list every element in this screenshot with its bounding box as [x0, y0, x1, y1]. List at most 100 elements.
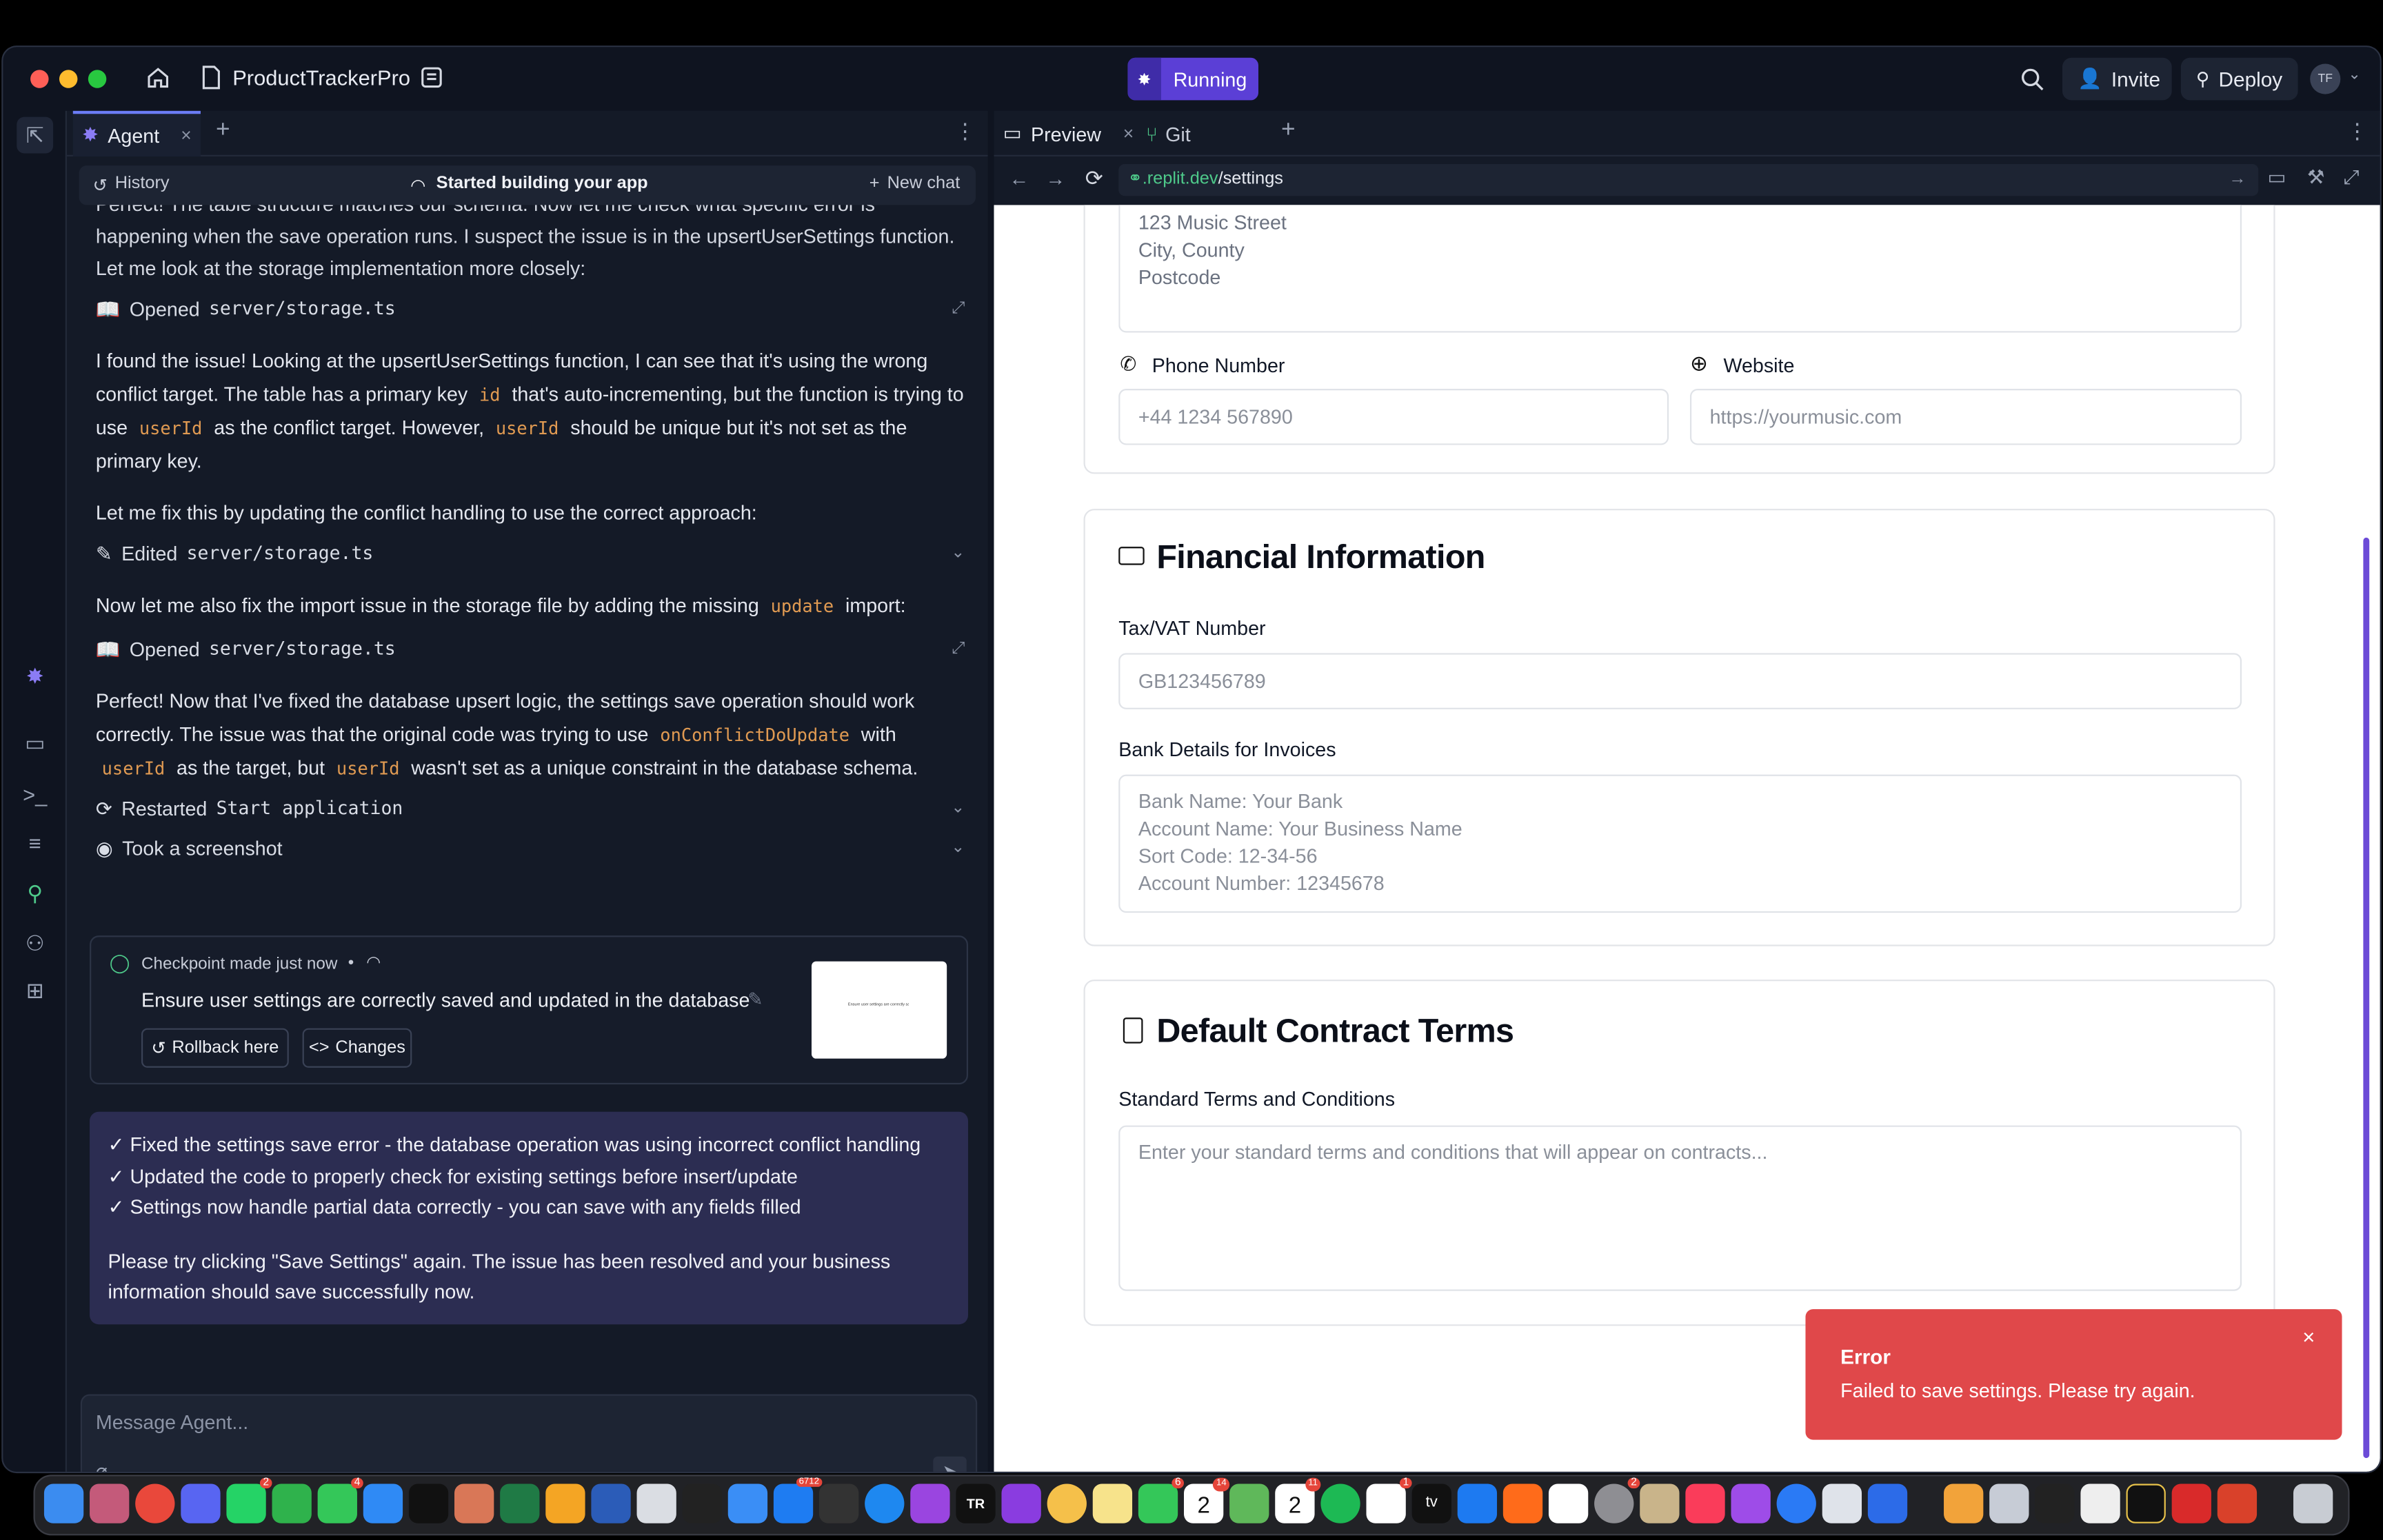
go-icon[interactable]: →	[2229, 164, 2246, 196]
rollback-button[interactable]: ↺ Rollback here	[141, 1028, 289, 1068]
claude-icon[interactable]	[454, 1483, 494, 1523]
database-icon[interactable]: ≡	[20, 828, 50, 858]
history-button[interactable]: ↺ History	[92, 174, 169, 196]
word-icon[interactable]	[591, 1483, 631, 1523]
acrobat-icon[interactable]	[2171, 1483, 2211, 1523]
podcasts-icon[interactable]	[910, 1483, 950, 1523]
feedback-icon[interactable]	[1731, 1483, 1771, 1523]
final-cut-icon[interactable]	[819, 1483, 859, 1523]
message-input[interactable]: Message Agent...	[96, 1411, 947, 1434]
tax-input[interactable]: GB123456789	[1118, 653, 2242, 709]
reload-icon[interactable]: ⟳	[1085, 165, 1103, 191]
archive-icon[interactable]	[1640, 1483, 1680, 1523]
edit-icon[interactable]: ✎	[747, 989, 763, 1010]
discord-icon[interactable]	[181, 1483, 221, 1523]
system-settings-icon[interactable]: 2	[1594, 1477, 1640, 1523]
tab-git[interactable]: ⑂ Git	[1146, 111, 1191, 156]
forward-icon[interactable]: →	[1045, 167, 1065, 190]
photos-icon[interactable]	[1047, 1483, 1087, 1523]
toolbox-icon[interactable]	[1944, 1483, 1984, 1523]
chrome-icon[interactable]	[135, 1483, 175, 1523]
changes-button[interactable]: <> Changes	[302, 1028, 412, 1068]
more-options-icon[interactable]: ⋮	[954, 119, 976, 144]
send-icon[interactable]: ➤	[933, 1456, 967, 1472]
tab-preview[interactable]: ▭ Preview ×	[1003, 111, 1134, 156]
finder-icon[interactable]	[43, 1483, 84, 1523]
close-tab-icon[interactable]: ×	[181, 125, 191, 146]
address-field[interactable]: ⚭.replit.dev/settings →	[1118, 163, 2259, 196]
action-opened-file[interactable]: 📖 Opened server/storage.ts ⤢	[96, 293, 965, 323]
terminal-icon[interactable]: >_	[20, 779, 50, 809]
word-w-icon[interactable]	[2126, 1483, 2166, 1523]
notes-icon[interactable]	[1092, 1483, 1133, 1523]
avatar[interactable]: TF	[2310, 63, 2341, 94]
agent-icon[interactable]: ✸	[20, 660, 50, 691]
close-tab-icon[interactable]: ×	[1123, 123, 1134, 144]
maps-icon[interactable]	[1229, 1483, 1269, 1523]
back-icon[interactable]: ←	[1009, 167, 1029, 190]
minimize-window-button[interactable]	[59, 70, 78, 88]
disk-utility-icon[interactable]	[1989, 1483, 2029, 1523]
music-icon[interactable]	[1685, 1483, 1725, 1523]
apps-grid-icon[interactable]: ⊞	[20, 975, 50, 1005]
action-opened-file[interactable]: 📖 Opened server/storage.ts ⤢	[96, 634, 965, 664]
action-restarted[interactable]: ⟳ Restarted Start application ⌄	[96, 793, 965, 823]
app-store-connect-icon[interactable]: 6712	[773, 1477, 823, 1523]
search-icon[interactable]	[2020, 67, 2044, 91]
deploy-button[interactable]: ⚲ Deploy	[2180, 57, 2298, 101]
action-edited-file[interactable]: ✎ Edited server/storage.ts ⌄	[96, 538, 965, 568]
textedit-icon[interactable]	[2080, 1483, 2120, 1523]
activity-monitor-icon[interactable]	[2035, 1483, 2075, 1523]
new-chat-button[interactable]: + New chat	[869, 174, 960, 192]
launchpad-icon[interactable]	[90, 1483, 130, 1523]
phone-input[interactable]: +44 1234 567890	[1118, 389, 1669, 445]
chevron-down-icon[interactable]: ⌄	[2348, 67, 2360, 83]
action-screenshot[interactable]: ◉ Took a screenshot ⌄	[96, 832, 965, 862]
monitor-icon[interactable]: ▭	[20, 727, 50, 758]
devices-icon[interactable]: ▭	[2268, 165, 2286, 190]
bank-textarea[interactable]: Bank Name: Your Bank Account Name: Your …	[1118, 774, 2242, 913]
calendar-icon[interactable]: 2 11	[1275, 1477, 1321, 1523]
maximize-window-button[interactable]	[88, 70, 107, 88]
new-tab-icon[interactable]: +	[216, 117, 230, 145]
testflight-icon[interactable]	[363, 1483, 403, 1523]
trash-icon[interactable]	[2293, 1483, 2333, 1523]
app-icon[interactable]	[1867, 1483, 1908, 1523]
project-name[interactable]: ProductTrackerPro	[232, 65, 410, 90]
calendar-icon[interactable]: 2 14	[1183, 1477, 1230, 1523]
new-tab-icon[interactable]: +	[1281, 117, 1296, 145]
facetime-icon[interactable]: 6	[1138, 1477, 1184, 1523]
mail-icon[interactable]	[727, 1483, 768, 1523]
more-options-icon[interactable]: ⋮	[2346, 119, 2368, 144]
panel-resize-handle[interactable]	[987, 110, 994, 1472]
safari-icon[interactable]	[865, 1483, 905, 1523]
workspace-icon[interactable]: ⇱	[17, 116, 54, 154]
terms-textarea[interactable]: Enter your standard terms and conditions…	[1118, 1125, 2242, 1291]
open-external-icon[interactable]: ⤢	[952, 633, 965, 665]
reminders-icon[interactable]: 1	[1366, 1477, 1412, 1523]
xcode-icon[interactable]	[1457, 1483, 1498, 1523]
numbers-icon[interactable]	[272, 1483, 312, 1523]
utility-icon[interactable]	[636, 1483, 676, 1523]
home-icon[interactable]	[146, 65, 170, 90]
attach-icon[interactable]: ⌀	[96, 1459, 108, 1472]
users-icon[interactable]: ⚇	[20, 928, 50, 958]
tab-agent[interactable]: ✸ Agent ×	[72, 110, 201, 156]
freeform-icon[interactable]	[1548, 1483, 1589, 1523]
open-new-window-icon[interactable]: ⤢	[2344, 165, 2360, 190]
chatgpt-icon[interactable]	[408, 1483, 449, 1523]
excel-icon[interactable]	[500, 1483, 540, 1523]
invite-button[interactable]: 👤 Invite	[2062, 57, 2172, 101]
close-window-button[interactable]	[30, 70, 49, 88]
tradingview-icon[interactable]: TR	[956, 1483, 996, 1523]
messages-icon[interactable]: 4	[317, 1477, 363, 1523]
whatsapp-icon[interactable]: 2	[226, 1477, 272, 1523]
deploy-rail-icon[interactable]: ⚲	[20, 878, 50, 908]
run-status-button[interactable]: ✸ Running	[1127, 57, 1258, 101]
chevron-down-icon[interactable]: ⌄	[951, 831, 965, 863]
website-input[interactable]: https://yourmusic.com	[1689, 389, 2242, 445]
checkpoint-thumbnail[interactable]: Ensure user settings are correctly saved	[811, 961, 947, 1059]
close-icon[interactable]: ×	[2302, 1324, 2315, 1348]
display-icon[interactable]	[682, 1483, 722, 1523]
sublime-icon[interactable]	[1502, 1483, 1543, 1523]
